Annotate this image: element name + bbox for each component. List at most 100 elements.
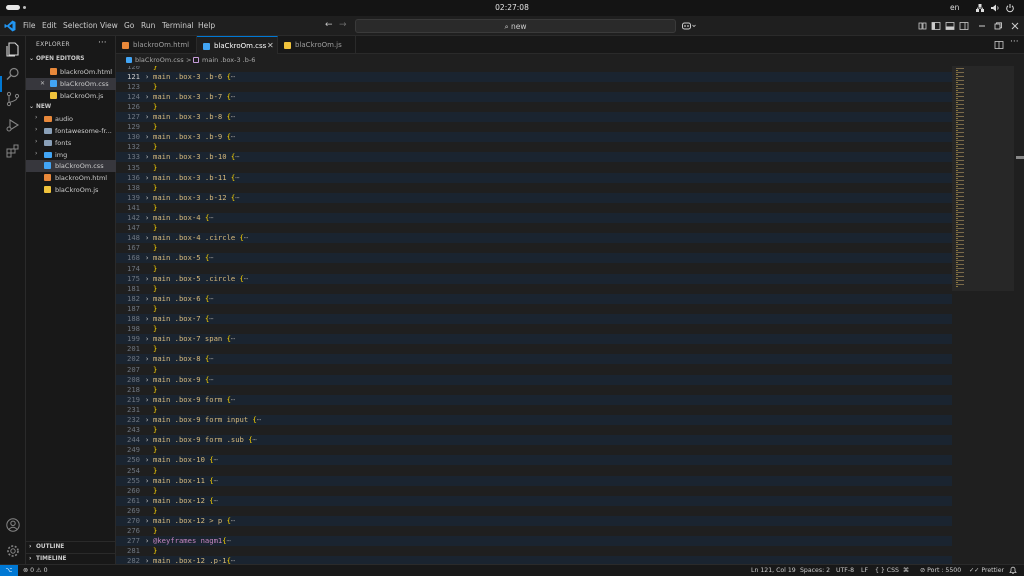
power-icon[interactable] [1005,3,1015,13]
tree-file-css[interactable]: blaCkroOm.css [26,160,116,172]
toggle-secondary-sidebar-icon[interactable] [959,21,969,31]
close-tab-icon[interactable]: ✕ [267,41,274,50]
folded-code-line[interactable]: 121 › main .box-3 .b-6 {⋯ [116,71,952,82]
fold-chevron-icon[interactable]: › [145,455,149,465]
code-line[interactable]: 123} [116,82,952,92]
live-server-port[interactable]: ⊘ Port : 5500 [920,567,961,574]
breadcrumb-file[interactable]: blaCkroOm.css [135,56,184,64]
code-line[interactable]: 198} [116,324,952,334]
close-icon[interactable]: ✕ [40,80,45,87]
code-line[interactable]: 126} [116,102,952,112]
folded-code-line[interactable]: 208 › main .box-9 {⋯ [116,374,952,385]
search-view-icon[interactable] [5,66,21,82]
code-line[interactable]: 218} [116,385,952,395]
restore-icon[interactable] [993,21,1003,31]
close-window-icon[interactable] [1010,21,1020,31]
indentation[interactable]: Spaces: 2 [800,567,830,574]
code-line[interactable]: 249} [116,445,952,455]
extensions-icon[interactable] [5,143,21,159]
copilot-icon[interactable] [682,21,696,31]
tree-file-html[interactable]: blackroOm.html [26,172,116,184]
fold-chevron-icon[interactable]: › [145,435,149,445]
fold-chevron-icon[interactable]: › [145,375,149,385]
fold-chevron-icon[interactable]: › [145,314,149,324]
nav-forward-button[interactable]: → [339,20,347,30]
code-line[interactable]: 260} [116,486,952,496]
folded-code-line[interactable]: 127 › main .box-3 .b-8 {⋯ [116,112,952,123]
manage-gear-icon[interactable] [5,543,21,559]
folded-code-line[interactable]: 244 › main .box-9 form .sub {⋯ [116,435,952,446]
fold-chevron-icon[interactable]: › [145,233,149,243]
menu-view[interactable]: View [100,21,118,30]
run-debug-icon[interactable] [5,117,21,133]
accounts-icon[interactable] [5,517,21,533]
code-line[interactable]: 167} [116,243,952,253]
fold-chevron-icon[interactable]: › [145,395,149,405]
tab-blackroom-html[interactable]: blackroOm.html [116,36,197,54]
folded-code-line[interactable]: 133 › main .box-3 .b-10 {⋯ [116,152,952,163]
menu-run[interactable]: Run [141,21,155,30]
end-of-line[interactable]: LF [861,567,868,574]
explorer-icon[interactable] [5,41,21,57]
code-line[interactable]: 147} [116,223,952,233]
encoding[interactable]: UTF-8 [836,567,854,574]
code-line[interactable]: 132} [116,142,952,152]
breadcrumb-symbol[interactable]: main .box-3 .b-6 [202,56,255,64]
tab-blackroom-css[interactable]: blaCkroOm.css ✕ [197,36,278,54]
fold-chevron-icon[interactable]: › [145,294,149,304]
split-editor-icon[interactable] [994,40,1004,50]
folded-code-line[interactable]: 168 › main .box-5 {⋯ [116,253,952,264]
code-editor[interactable]: 120} 121 › main .box-3 .b-6 {⋯ 123} 124 › main … [116,66,1024,564]
menu-file[interactable]: File [23,21,36,30]
prettier-status[interactable]: ✓✓ Prettier [969,567,1004,574]
menu-help[interactable]: Help [198,21,215,30]
open-editors-section[interactable]: ⌄ OPEN EDITORS [26,54,116,65]
tree-folder-audio[interactable]: › audio [26,113,116,125]
tree-folder-fontawesome[interactable]: › fontawesome-fr... [26,125,116,137]
code-line[interactable]: 254} [116,466,952,476]
language-mode[interactable]: { } CSS [875,567,899,574]
open-editor-item[interactable]: blaCkroOm.js [26,90,116,102]
folded-code-line[interactable]: 142 › main .box-4 {⋯ [116,213,952,224]
fold-chevron-icon[interactable]: › [145,516,149,526]
fold-chevron-icon[interactable]: › [145,536,149,546]
explorer-more-actions[interactable]: ··· [98,38,107,48]
fold-chevron-icon[interactable]: › [145,253,149,263]
cursor-position[interactable]: Ln 121, Col 19 [751,567,796,574]
fold-chevron-icon[interactable]: › [145,92,149,102]
problems-indicator[interactable]: ⊗ 0 ⚠ 0 [23,567,48,574]
menu-terminal[interactable]: Terminal [162,21,194,30]
folded-code-line[interactable]: 182 › main .box-6 {⋯ [116,293,952,304]
code-line[interactable]: 181} [116,284,952,294]
folded-code-line[interactable]: 270 › main .box-12 > p {⋯ [116,516,952,527]
tab-blackroom-js[interactable]: blaCkroOm.js [278,36,356,54]
nav-back-button[interactable]: ← [325,20,333,30]
network-icon[interactable] [975,3,985,13]
remote-indicator[interactable]: ⌥ [0,565,18,576]
code-line[interactable]: 243} [116,425,952,435]
folded-code-line[interactable]: 188 › main .box-7 {⋯ [116,314,952,325]
code-line[interactable]: 174} [116,264,952,274]
fold-chevron-icon[interactable]: › [145,173,149,183]
fold-chevron-icon[interactable]: › [145,496,149,506]
vertical-scrollbar-thumb[interactable] [1016,156,1024,159]
fold-chevron-icon[interactable]: › [145,213,149,223]
code-line[interactable]: 141} [116,203,952,213]
fold-chevron-icon[interactable]: › [145,274,149,284]
fold-chevron-icon[interactable]: › [145,415,149,425]
folded-code-line[interactable]: 124 › main .box-3 .b-7 {⋯ [116,91,952,102]
fold-chevron-icon[interactable]: › [145,556,149,564]
fold-chevron-icon[interactable]: › [145,132,149,142]
folded-code-line[interactable]: 282 › main .box-12 .p-1{⋯ [116,556,952,564]
code-line[interactable]: 138} [116,183,952,193]
toggle-panel-icon[interactable] [945,21,955,31]
fold-chevron-icon[interactable]: › [145,152,149,162]
fold-chevron-icon[interactable]: › [145,354,149,364]
tree-folder-fonts[interactable]: › fonts [26,137,116,149]
folded-code-line[interactable]: 136 › main .box-3 .b-11 {⋯ [116,172,952,183]
menu-selection[interactable]: Selection [63,21,98,30]
code-line[interactable]: 129} [116,122,952,132]
open-editor-item[interactable]: blackroOm.html [26,66,116,78]
keyboard-language[interactable]: en [950,3,959,12]
fold-chevron-icon[interactable]: › [145,476,149,486]
